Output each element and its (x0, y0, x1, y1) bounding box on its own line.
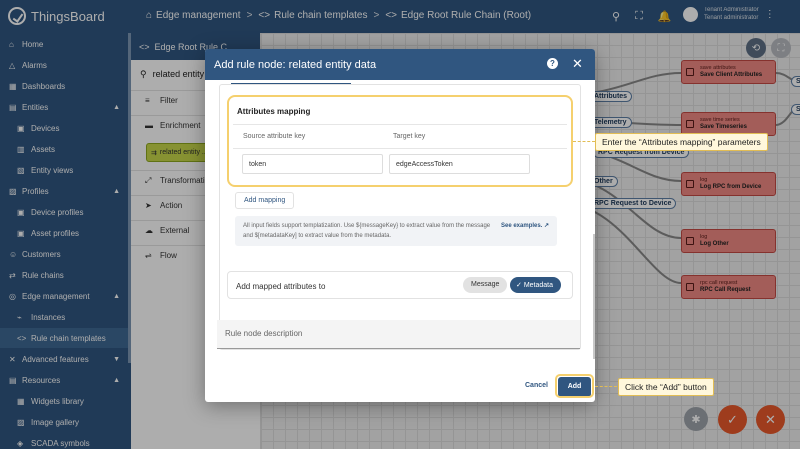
target-key-header: Target key (393, 133, 426, 140)
mapping-callout: Enter the “Attributes mapping” parameter… (595, 133, 768, 151)
cancel-button[interactable]: Cancel (525, 382, 548, 389)
section-title: Attributes mapping (237, 107, 311, 116)
source-attribute-key-input[interactable]: token (242, 154, 383, 174)
templatization-hint: All input fields support templatization.… (235, 216, 557, 246)
help-icon[interactable]: ? (547, 58, 558, 69)
divider (233, 124, 567, 125)
dialog-body: Attributes mapping Source attribute key … (205, 80, 595, 369)
rule-node-description-field[interactable]: Rule node description (217, 320, 580, 349)
add-to-label: Add mapped attributes to (236, 282, 326, 291)
dialog-title: Add rule node: related entity data (214, 59, 377, 71)
add-callout: Click the “Add” button (618, 378, 714, 396)
add-mapping-button[interactable]: Add mapping (235, 192, 295, 209)
check-icon: ✓ (516, 282, 522, 289)
source-key-header: Source attribute key (243, 133, 306, 140)
add-mapped-attributes-to-row: Add mapped attributes to Message ✓ Metad… (227, 271, 573, 299)
metadata-option[interactable]: ✓ Metadata (510, 277, 562, 293)
close-icon[interactable]: ✕ (572, 56, 583, 72)
target-key-input[interactable]: edgeAccessToken (389, 154, 530, 174)
add-button-highlight (555, 374, 594, 398)
attributes-mapping-section: Attributes mapping Source attribute key … (227, 95, 573, 187)
dialog-scrollbar[interactable] (593, 234, 595, 359)
hint-text: All input fields support templatization.… (243, 223, 491, 239)
add-rule-node-dialog: Add rule node: related entity data ? ✕ A… (205, 49, 595, 402)
callout-connector (595, 386, 617, 387)
dialog-header: Add rule node: related entity data ? ✕ (205, 49, 595, 80)
message-option[interactable]: Message (463, 277, 508, 293)
open-in-new-icon: ↗ (544, 223, 550, 229)
callout-connector (573, 141, 595, 142)
see-examples-link[interactable]: See examples. ↗ (501, 221, 549, 231)
divider (233, 148, 567, 149)
